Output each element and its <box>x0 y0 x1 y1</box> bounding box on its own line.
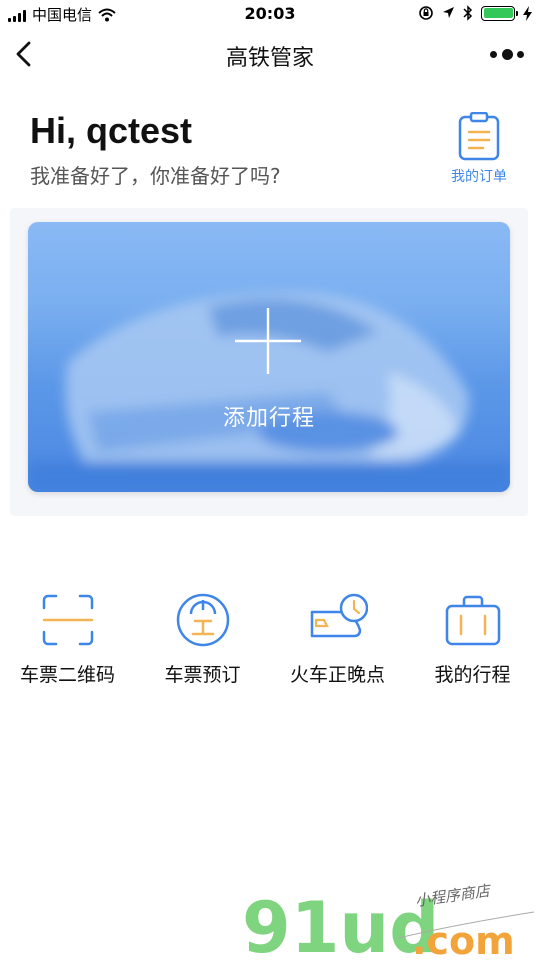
location-icon <box>443 7 454 18</box>
feature-my-trips[interactable]: 我的行程 <box>405 590 540 687</box>
91ud-watermark-logo: 91ud .com 小程序商店 <box>242 881 535 960</box>
feature-label: 火车正晚点 <box>289 664 385 686</box>
feature-ticket-booking[interactable]: 车票预订 <box>135 590 270 687</box>
feature-train-status[interactable]: 火车正晚点 <box>270 590 405 687</box>
plus-icon <box>235 308 301 374</box>
my-orders-label: 我的订单 <box>451 169 507 185</box>
feature-ticket-qrcode[interactable]: 车票二维码 <box>0 590 135 687</box>
greeting-title: Hi, qctest <box>30 110 193 151</box>
watermark-tagline: 小程序商店 <box>414 881 493 910</box>
battery-fill <box>483 8 513 18</box>
scan-frame-icon <box>42 594 93 646</box>
feature-label: 我的行程 <box>434 664 511 686</box>
add-trip-label: 添加行程 <box>222 406 315 431</box>
feature-label: 车票预订 <box>164 664 241 686</box>
railway-logo-icon <box>176 593 229 647</box>
suitcase-icon <box>445 595 500 646</box>
nav-bar: 高铁管家 <box>0 28 540 80</box>
page-title: 高铁管家 <box>225 46 314 71</box>
bluetooth-icon <box>463 5 473 21</box>
clipboard-icon <box>458 112 500 161</box>
feature-label: 车票二维码 <box>19 664 115 686</box>
status-right <box>418 5 532 21</box>
greeting-subtitle: 我准备好了，你准备好了吗? <box>30 164 281 188</box>
train-clock-icon <box>310 593 368 638</box>
status-bar: 中国电信 20:03 <box>0 0 540 28</box>
watermark-brand: 91ud <box>242 887 439 960</box>
my-orders-button[interactable]: 我的订单 <box>444 112 514 186</box>
more-dots-icon[interactable] <box>490 46 524 62</box>
battery-icon <box>481 5 518 21</box>
lock-rotation-icon <box>419 6 433 20</box>
watermark-domain: .com <box>412 919 515 960</box>
charging-icon <box>523 5 532 21</box>
feature-grid: 车票二维码 车票预订 火车正晚点 我的行程 <box>0 590 540 690</box>
